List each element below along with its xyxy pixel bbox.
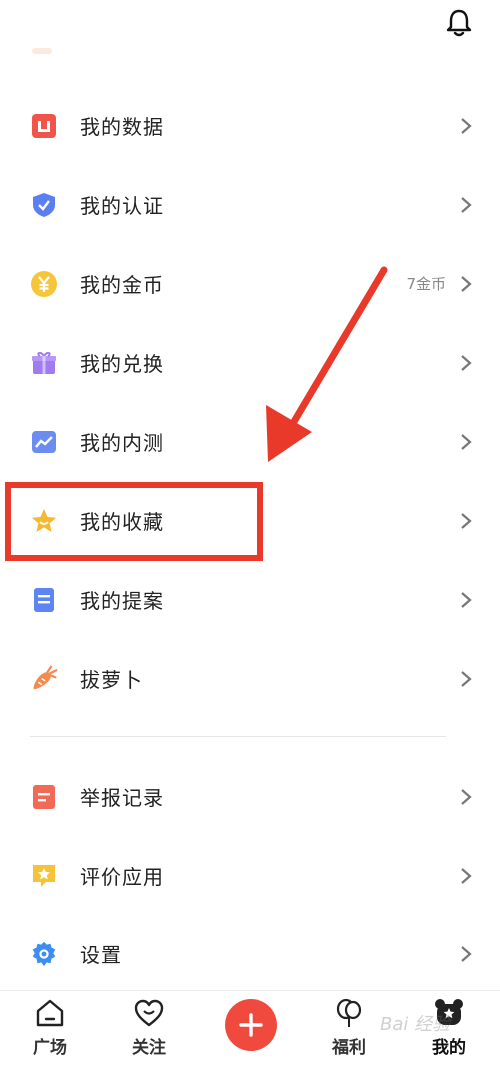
menu-label: 我的认证 (80, 194, 164, 218)
trend-icon (30, 428, 58, 456)
menu-label: 我的兑换 (80, 352, 164, 376)
menu-item-my-data[interactable]: 我的数据 (0, 86, 500, 165)
plus-icon (239, 1013, 263, 1037)
home-icon (36, 999, 64, 1027)
faded-partial-icon (32, 48, 52, 54)
bell-icon[interactable] (444, 8, 474, 38)
top-bar (0, 0, 500, 54)
heart-icon (134, 999, 164, 1027)
gift-icon (30, 349, 58, 377)
menu-item-my-exchange[interactable]: 我的兑换 (0, 323, 500, 402)
data-icon (30, 112, 58, 140)
watermark: Bai 经验 (380, 1014, 451, 1035)
balloon-icon (336, 998, 362, 1027)
menu-label: 我的数据 (80, 115, 164, 139)
menu-item-my-beta[interactable]: 我的内测 (0, 402, 500, 481)
chevron-right-icon (461, 196, 472, 213)
tab-following[interactable]: 关注 (114, 997, 184, 1063)
coin-balance: 7金币 (406, 275, 446, 293)
tab-welfare[interactable]: 福利 (314, 997, 384, 1063)
chevron-right-icon (461, 591, 472, 608)
tab-plaza[interactable]: 广场 (15, 997, 85, 1063)
chevron-right-icon (461, 275, 472, 292)
menu-item-my-verification[interactable]: 我的认证 (0, 165, 500, 244)
menu-label: 评价应用 (80, 865, 164, 889)
shield-check-icon (30, 191, 58, 219)
chevron-right-icon (461, 670, 472, 687)
settings-gear-icon (30, 940, 58, 968)
section-divider (30, 736, 446, 737)
carrot-icon (30, 665, 58, 693)
document-icon (30, 586, 58, 614)
menu-item-report-records[interactable]: 举报记录 (0, 757, 500, 836)
menu-label: 举报记录 (80, 786, 164, 810)
chevron-right-icon (461, 788, 472, 805)
menu-item-my-proposals[interactable]: 我的提案 (0, 560, 500, 639)
menu-label: 我的提案 (80, 589, 164, 613)
report-icon (30, 783, 58, 811)
chevron-right-icon (461, 945, 472, 962)
menu-label: 我的内测 (80, 431, 164, 455)
coin-icon (30, 270, 58, 298)
chevron-right-icon (461, 117, 472, 134)
tab-label: 我的 (432, 1038, 466, 1058)
menu-item-settings[interactable]: 设置 (0, 914, 500, 993)
chevron-right-icon (461, 867, 472, 884)
menu-label: 拔萝卜 (80, 668, 143, 692)
menu-item-pull-carrot[interactable]: 拔萝卜 (0, 639, 500, 718)
menu-label: 设置 (80, 943, 122, 967)
chevron-right-icon (461, 433, 472, 450)
menu-item-rate-app[interactable]: 评价应用 (0, 836, 500, 915)
chevron-right-icon (461, 512, 472, 529)
menu-label: 我的金币 (80, 273, 164, 297)
tab-label: 广场 (33, 1038, 67, 1058)
rate-star-icon (30, 862, 58, 890)
annotation-highlight-box (5, 482, 263, 561)
chevron-right-icon (461, 354, 472, 371)
create-post-button[interactable] (225, 999, 277, 1051)
tab-label: 关注 (132, 1038, 166, 1058)
tab-label: 福利 (332, 1038, 366, 1058)
menu-item-my-coins[interactable]: 我的金币 7金币 (0, 244, 500, 323)
